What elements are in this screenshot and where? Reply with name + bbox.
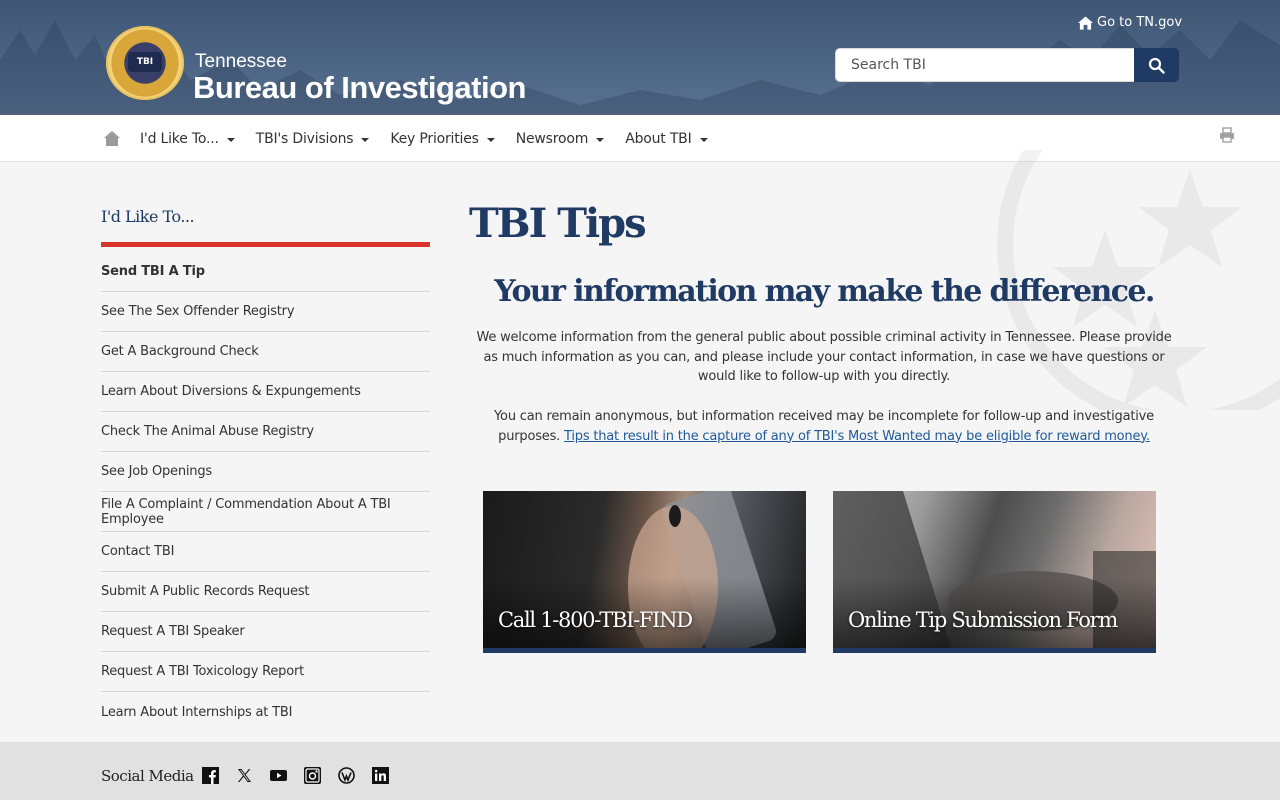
nav-item-newsroom[interactable]: Newsroom [515, 130, 605, 147]
search-bar [835, 48, 1179, 82]
sidebar-item-send-tip[interactable]: Send TBI A Tip [101, 252, 430, 292]
youtube-icon[interactable] [270, 767, 287, 784]
page-subhead: Your information may make the difference… [494, 274, 1155, 309]
home-icon [1078, 15, 1093, 30]
nav-item-about[interactable]: About TBI [625, 130, 708, 147]
nav-item-key-priorities[interactable]: Key Priorities [390, 130, 495, 147]
reward-link[interactable]: Tips that result in the capture of any o… [564, 429, 1150, 444]
site-header: TBI Tennessee Bureau of Investigation Go… [0, 0, 1280, 115]
sidebar-item-speaker[interactable]: Request A TBI Speaker [101, 612, 430, 652]
search-icon [1148, 57, 1165, 74]
sidebar-item-background-check[interactable]: Get A Background Check [101, 332, 430, 372]
nav-item-label: TBI's Divisions [255, 130, 354, 147]
social-media-title: Social Media [101, 767, 194, 785]
sidebar-item-public-records[interactable]: Submit A Public Records Request [101, 572, 430, 612]
intro-paragraph: We welcome information from the general … [476, 330, 1172, 384]
call-tip-card[interactable]: Call 1-800-TBI-FIND [483, 491, 806, 653]
sidebar-item-toxicology[interactable]: Request A TBI Toxicology Report [101, 652, 430, 692]
caret-down-icon [226, 137, 235, 142]
search-button[interactable] [1134, 48, 1179, 82]
nav-item-label: I'd Like To... [140, 130, 219, 147]
sidebar-item-complaint-commendation[interactable]: File A Complaint / Commendation About A … [101, 492, 430, 532]
sidebar-item-internships[interactable]: Learn About Internships at TBI [101, 692, 430, 732]
social-icons [202, 767, 389, 784]
nav-item-id-like-to[interactable]: I'd Like To... [140, 131, 235, 147]
caret-down-icon [596, 137, 605, 142]
agency-name[interactable]: Bureau of Investigation [193, 70, 526, 106]
tbi-seal-logo[interactable]: TBI [106, 26, 184, 100]
linkedin-icon[interactable] [372, 767, 389, 784]
search-input[interactable] [835, 48, 1134, 82]
sidebar-divider [101, 242, 430, 247]
sidebar-item-contact[interactable]: Contact TBI [101, 532, 430, 572]
seal-text: TBI [128, 52, 162, 72]
nav-item-label: About TBI [625, 130, 692, 147]
caret-down-icon [486, 137, 495, 142]
go-to-tn-label: Go to TN.gov [1097, 15, 1183, 30]
sidebar-title: I'd Like To... [101, 207, 195, 226]
nav-item-divisions[interactable]: TBI's Divisions [256, 131, 370, 147]
wordpress-icon[interactable] [338, 767, 355, 784]
call-tip-label: Call 1-800-TBI-FIND [498, 608, 693, 632]
sidebar-item-animal-abuse-registry[interactable]: Check The Animal Abuse Registry [101, 412, 430, 452]
go-to-tn-link[interactable]: Go to TN.gov [1078, 15, 1182, 30]
instagram-icon[interactable] [304, 767, 321, 784]
print-icon[interactable] [1219, 127, 1235, 143]
sidebar-item-sex-offender-registry[interactable]: See The Sex Offender Registry [101, 292, 430, 332]
caret-down-icon [361, 137, 370, 142]
sidebar-menu: Send TBI A Tip See The Sex Offender Regi… [101, 252, 430, 732]
facebook-icon[interactable] [202, 767, 219, 784]
sidebar-item-diversions-expungements[interactable]: Learn About Diversions & Expungements [101, 372, 430, 412]
x-icon[interactable] [236, 767, 253, 784]
anonymous-paragraph: You can remain anonymous, but informatio… [469, 407, 1179, 446]
online-tip-card[interactable]: Online Tip Submission Form [833, 491, 1156, 653]
sidebar-item-job-openings[interactable]: See Job Openings [101, 452, 430, 492]
site-footer: Social Media [0, 742, 1280, 800]
page-title: TBI Tips [469, 200, 647, 247]
nav-item-label: Newsroom [515, 130, 589, 147]
nav-menu: I'd Like To... TBI's Divisions Key Prior… [140, 115, 708, 162]
online-tip-label: Online Tip Submission Form [848, 608, 1118, 632]
caret-down-icon [699, 137, 708, 142]
home-icon[interactable] [104, 131, 120, 146]
nav-item-label: Key Priorities [390, 130, 479, 147]
